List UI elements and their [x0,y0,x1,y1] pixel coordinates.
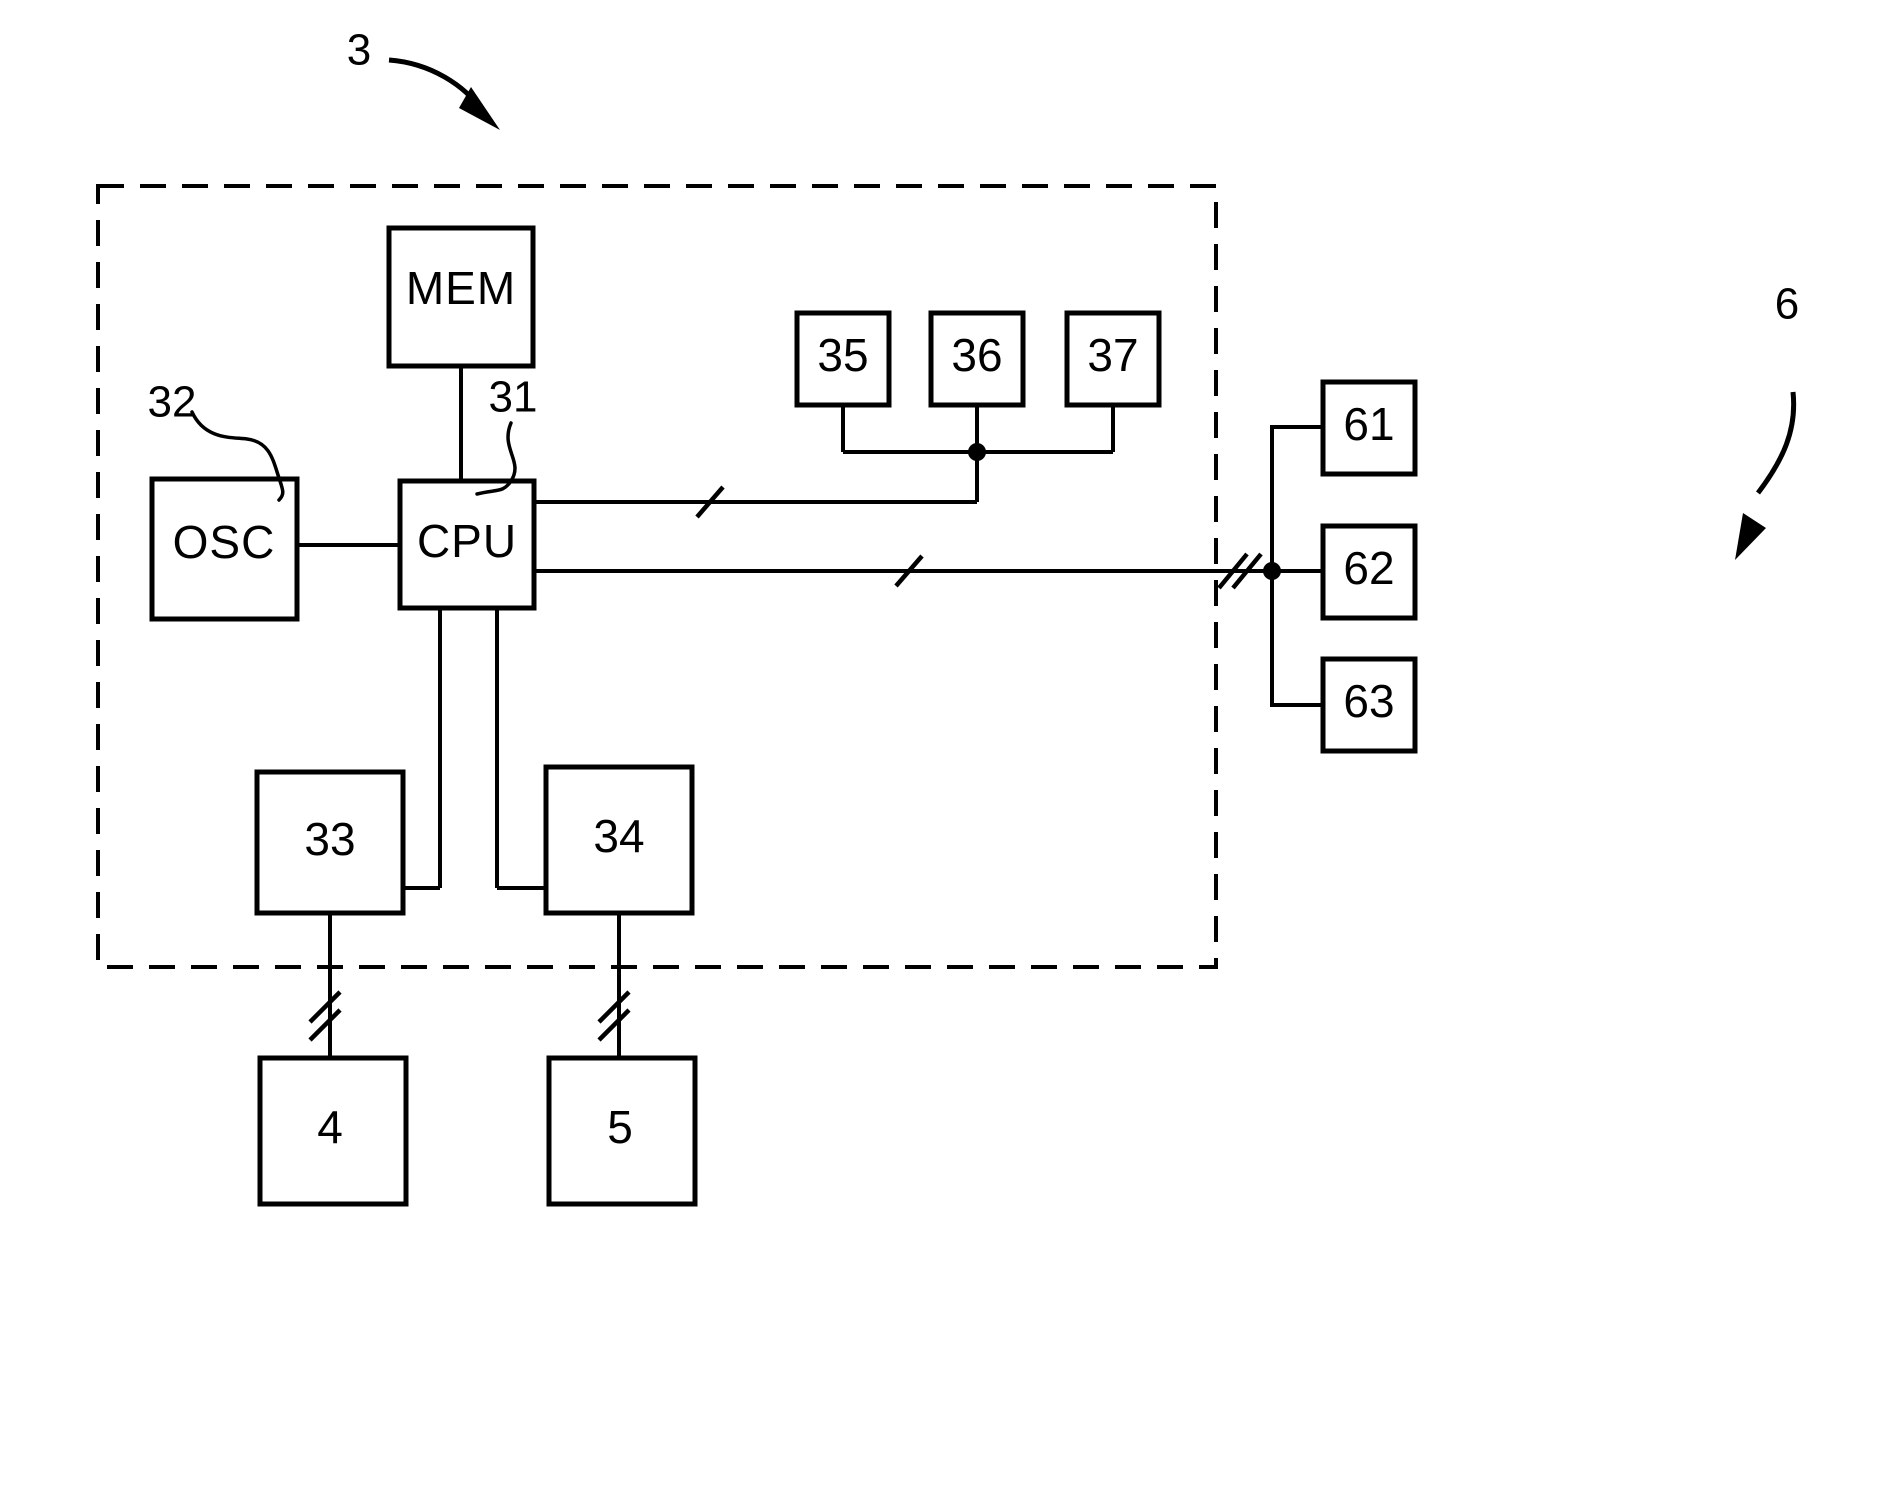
block-37-label: 37 [1087,329,1138,381]
block-cpu[interactable]: CPU [397,478,537,611]
block-33-label: 33 [304,813,355,865]
block-62[interactable]: 62 [1320,523,1418,621]
block-4[interactable]: 4 [257,1055,409,1207]
block-61[interactable]: 61 [1320,379,1418,477]
block-osc[interactable]: OSC [149,476,300,622]
callout-3-label: 3 [347,26,371,75]
block-mem[interactable]: MEM [386,225,536,369]
block-4-label: 4 [317,1101,343,1153]
block-62-label: 62 [1343,542,1394,594]
block-34-label: 34 [593,810,644,862]
block-35-label: 35 [817,329,868,381]
block-35[interactable]: 35 [794,310,892,408]
block-63-label: 63 [1343,675,1394,727]
block-33[interactable]: 33 [254,769,406,916]
block-cpu-label: CPU [417,515,517,567]
block-osc-label: OSC [173,516,276,568]
callout-32-label: 32 [148,378,197,427]
block-36[interactable]: 36 [928,310,1026,408]
block-5[interactable]: 5 [546,1055,698,1207]
block-36-label: 36 [951,329,1002,381]
callout-6-arrowhead [1735,513,1766,560]
block-37[interactable]: 37 [1064,310,1162,408]
block-5-label: 5 [607,1101,633,1153]
block-34[interactable]: 34 [543,764,695,916]
callout-31-label: 31 [489,373,538,422]
wire-63-branch [1270,571,1323,707]
block-61-label: 61 [1343,398,1394,450]
patent-figure: 3 6 MEM CPU 31 OSC 32 35 36 37 33 34 4 5… [0,0,1888,1493]
diagram-canvas: 3 6 MEM CPU 31 OSC 32 35 36 37 33 34 4 5… [96,26,1799,1207]
callout-6-label: 6 [1775,280,1799,329]
junction-dot-bus-a [968,443,986,461]
block-mem-label: MEM [406,262,516,314]
wire-61-branch [1270,425,1323,571]
block-63[interactable]: 63 [1320,656,1418,754]
callout-6-leader [1756,391,1797,495]
